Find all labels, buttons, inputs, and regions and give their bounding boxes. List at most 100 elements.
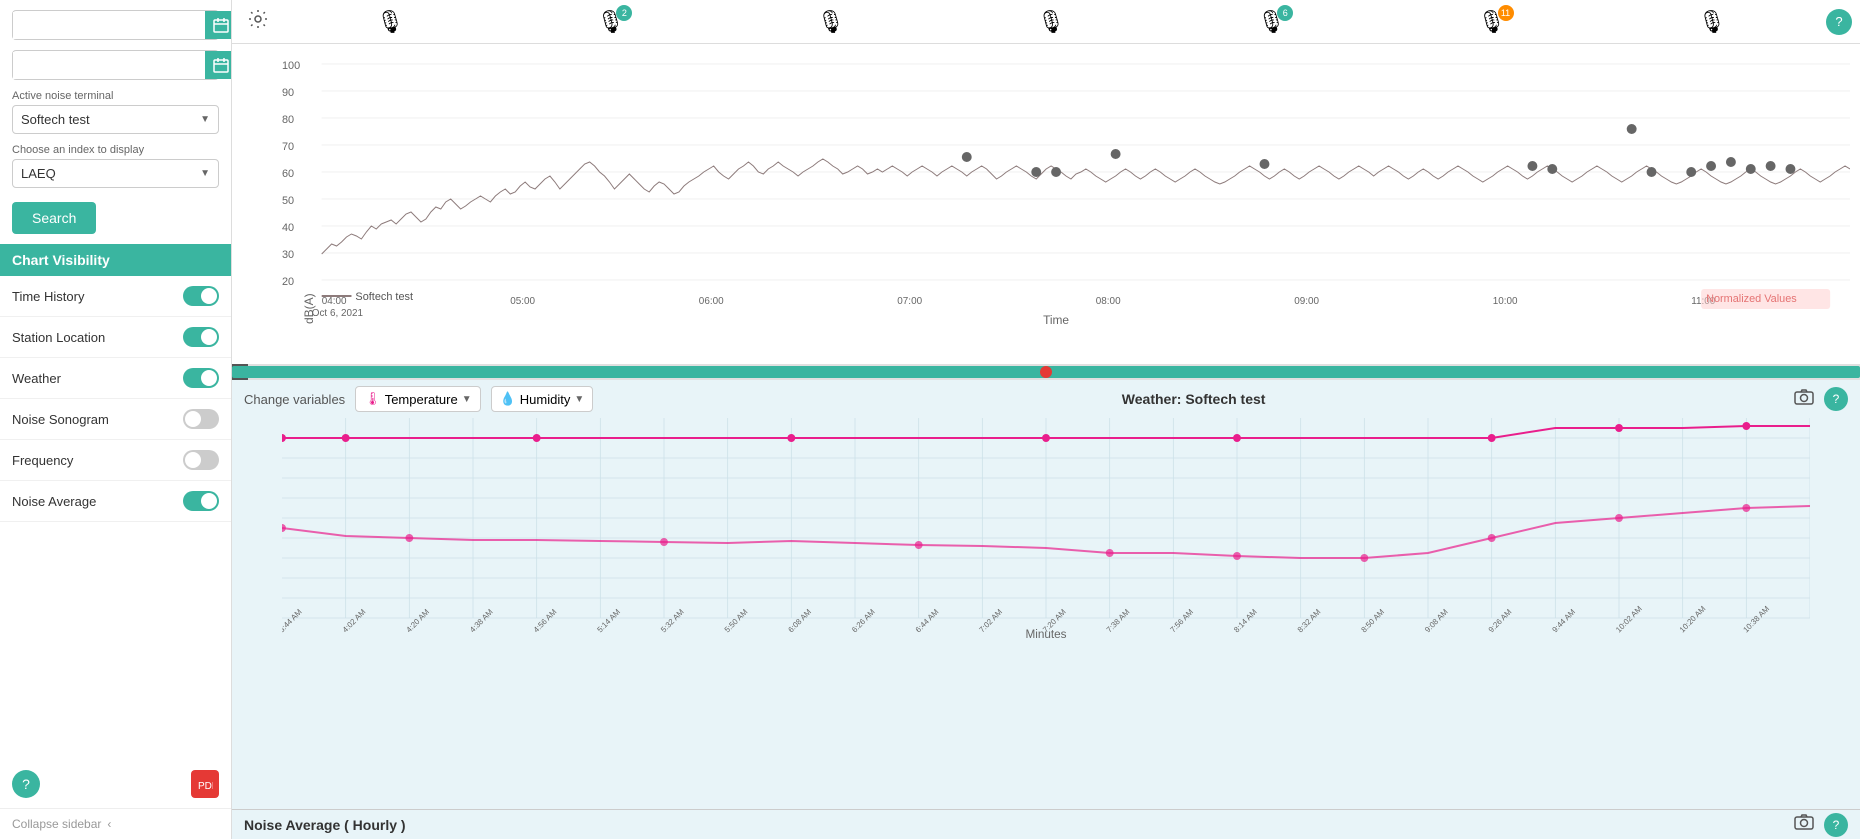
svg-text:05:00: 05:00 (510, 296, 535, 307)
noise-avg-camera-button[interactable] (1794, 814, 1814, 835)
date-start-input[interactable]: 10-01-2021 (13, 12, 205, 39)
toggle-weather[interactable] (183, 368, 219, 388)
temperature-dropdown-arrow-icon: ▼ (462, 394, 472, 405)
svg-text:100: 100 (282, 60, 300, 72)
mic-station-1[interactable]: 🎙 (376, 9, 404, 35)
collapse-sidebar-button[interactable]: Collapse sidebar ‹ (0, 808, 231, 839)
noise-avg-help-button[interactable]: ? (1824, 813, 1848, 837)
svg-text:3:44 AM: 3:44 AM (282, 607, 304, 634)
svg-text:Softech test: Softech test (355, 291, 413, 303)
index-label: Choose an index to display (12, 144, 219, 156)
svg-text:Minutes: Minutes (1025, 627, 1066, 638)
top-toolbar: 🎙 🎙 2 🎙 🎙 🎙 6 🎙 11 🎙 (232, 0, 1860, 44)
svg-text:9:44 AM: 9:44 AM (1550, 607, 1577, 634)
toggle-noise-average[interactable] (183, 491, 219, 511)
toggle-row-frequency: Frequency (0, 440, 231, 481)
sidebar-top: 10-01-2021 10-07-2021 (0, 0, 231, 244)
svg-text:6:44 AM: 6:44 AM (914, 607, 941, 634)
toggle-label-noise-average: Noise Average (12, 494, 96, 509)
mic-icon-1: 🎙 (376, 9, 404, 35)
weather-toolbar: Change variables 🌡 Temperature ▼ 💧 Humid… (232, 380, 1860, 418)
noise-avg-label: Noise Average ( Hourly ) (244, 817, 406, 833)
time-history-chart: 100 90 80 70 60 50 40 30 20 dB(A) (232, 44, 1860, 364)
collapse-sidebar-label: Collapse sidebar (12, 817, 101, 831)
svg-text:Time: Time (1043, 313, 1069, 324)
search-button[interactable]: Search (12, 202, 96, 234)
sidebar-bottom: ? PDF (0, 760, 231, 808)
svg-text:4:20 AM: 4:20 AM (404, 607, 431, 634)
svg-text:4:56 AM: 4:56 AM (532, 607, 559, 634)
svg-text:50: 50 (282, 195, 294, 207)
toggle-row-weather: Weather (0, 358, 231, 399)
svg-text:08:00: 08:00 (1096, 296, 1121, 307)
settings-gear-button[interactable] (240, 5, 276, 38)
active-noise-select[interactable]: Softech test (13, 106, 192, 133)
index-select[interactable]: LAEQ (13, 160, 192, 187)
temperature-dropdown-button[interactable]: 🌡 Temperature ▼ (355, 386, 480, 412)
svg-text:7:02 AM: 7:02 AM (977, 607, 1004, 634)
svg-text:6:08 AM: 6:08 AM (786, 607, 813, 634)
toggle-label-time-history: Time History (12, 289, 84, 304)
toolbar-help-button[interactable]: ? (1826, 9, 1852, 35)
date-end-input[interactable]: 10-07-2021 (13, 52, 205, 79)
svg-text:5:32 AM: 5:32 AM (659, 607, 686, 634)
range-slider-bar (232, 364, 1860, 380)
svg-text:10:20 AM: 10:20 AM (1678, 604, 1708, 634)
range-center-handle[interactable] (1040, 366, 1052, 378)
humidity-label: Humidity (520, 392, 571, 407)
svg-text:9:26 AM: 9:26 AM (1487, 607, 1514, 634)
svg-text:30: 30 (282, 249, 294, 261)
toggle-station-location[interactable] (183, 327, 219, 347)
humidity-dropdown-button[interactable]: 💧 Humidity ▼ (491, 386, 594, 412)
svg-text:20: 20 (282, 276, 294, 288)
toggle-row-noise-average: Noise Average (0, 481, 231, 522)
date-end-row: 10-07-2021 (12, 50, 219, 80)
svg-text:4:38 AM: 4:38 AM (468, 607, 495, 634)
mic-icon-2: 🎙 2 (596, 9, 624, 35)
mic-station-7[interactable]: 🎙 (1698, 9, 1726, 35)
mic-station-5[interactable]: 🎙 6 (1257, 9, 1285, 35)
help-button[interactable]: ? (12, 770, 40, 798)
svg-text:Oct 6, 2021: Oct 6, 2021 (312, 308, 364, 319)
svg-text:5:50 AM: 5:50 AM (723, 607, 750, 634)
weather-chart-title: Weather: Softech test (603, 391, 1784, 407)
chart-area: 100 90 80 70 60 50 40 30 20 dB(A) (232, 44, 1860, 839)
change-vars-label: Change variables (244, 392, 345, 407)
svg-text:4:02 AM: 4:02 AM (341, 607, 368, 634)
svg-text:7:56 AM: 7:56 AM (1168, 607, 1195, 634)
toggle-time-history[interactable] (183, 286, 219, 306)
index-select-row: LAEQ ▼ (12, 159, 219, 188)
mic-station-3[interactable]: 🎙 (817, 9, 845, 35)
date-start-calendar-button[interactable] (205, 11, 232, 39)
weather-chart-body: 18 16 14 12 10 8 6 4 2 0 100 90 80 70 60 (232, 418, 1860, 681)
svg-text:5:14 AM: 5:14 AM (595, 607, 622, 634)
toggle-noise-sonogram[interactable] (183, 409, 219, 429)
toggle-row-noise-sonogram: Noise Sonogram (0, 399, 231, 440)
collapse-sidebar-icon: ‹ (107, 817, 111, 831)
active-noise-arrow-icon: ▼ (192, 108, 218, 131)
pdf-button[interactable]: PDF (191, 770, 219, 798)
weather-help-button[interactable]: ? (1824, 387, 1848, 411)
svg-text:8:14 AM: 8:14 AM (1232, 607, 1259, 634)
svg-text:Normalized Values: Normalized Values (1706, 293, 1797, 305)
mic-station-2[interactable]: 🎙 2 (596, 9, 624, 35)
mic-station-4[interactable]: 🎙 (1037, 9, 1065, 35)
weather-camera-button[interactable] (1794, 389, 1814, 410)
temperature-label: Temperature (385, 392, 458, 407)
mic-icon-7: 🎙 (1698, 9, 1726, 35)
active-noise-select-row: Softech test ▼ (12, 105, 219, 134)
toggle-label-station-location: Station Location (12, 330, 105, 345)
svg-text:04:00: 04:00 (322, 296, 347, 307)
index-arrow-icon: ▼ (192, 162, 218, 185)
svg-text:60: 60 (282, 168, 294, 180)
mic-station-6[interactable]: 🎙 11 (1478, 9, 1506, 35)
svg-text:10:00: 10:00 (1493, 296, 1518, 307)
toggle-frequency[interactable] (183, 450, 219, 470)
toggle-label-weather: Weather (12, 371, 61, 386)
mic-badge-5: 6 (1277, 5, 1293, 21)
toggle-label-noise-sonogram: Noise Sonogram (12, 412, 109, 427)
date-end-calendar-button[interactable] (205, 51, 232, 79)
humidity-dropdown-arrow-icon: ▼ (574, 394, 584, 405)
mic-badge-6: 11 (1498, 5, 1514, 21)
svg-text:8:50 AM: 8:50 AM (1359, 607, 1386, 634)
